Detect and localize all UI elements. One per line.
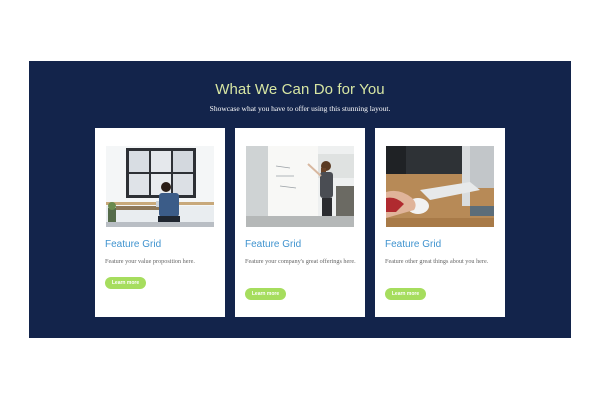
- card-text: Feature your company's great offerings h…: [245, 258, 356, 265]
- feature-card: Feature Grid Feature your company's grea…: [235, 128, 365, 317]
- card-text: Feature your value proposition here.: [105, 258, 195, 265]
- section-subtitle: Showcase what you have to offer using th…: [209, 104, 391, 113]
- woman-at-whiteboard-photo: [246, 146, 354, 227]
- card-text: Feature other great things about you her…: [385, 258, 489, 265]
- hand-on-mouse-photo: [386, 146, 494, 227]
- learn-more-button[interactable]: Learn more: [245, 288, 286, 300]
- learn-more-button[interactable]: Learn more: [385, 288, 426, 300]
- features-section: What We Can Do for You Showcase what you…: [29, 61, 571, 338]
- card-title: Feature Grid: [105, 239, 162, 250]
- card-title: Feature Grid: [385, 239, 442, 250]
- feature-card: Feature Grid Feature other great things …: [375, 128, 505, 317]
- card-title: Feature Grid: [245, 239, 302, 250]
- feature-card: Feature Grid Feature your value proposit…: [95, 128, 225, 317]
- section-title: What We Can Do for You: [215, 81, 385, 98]
- office-man-at-desk-photo: [106, 146, 214, 227]
- learn-more-button[interactable]: Learn more: [105, 277, 146, 289]
